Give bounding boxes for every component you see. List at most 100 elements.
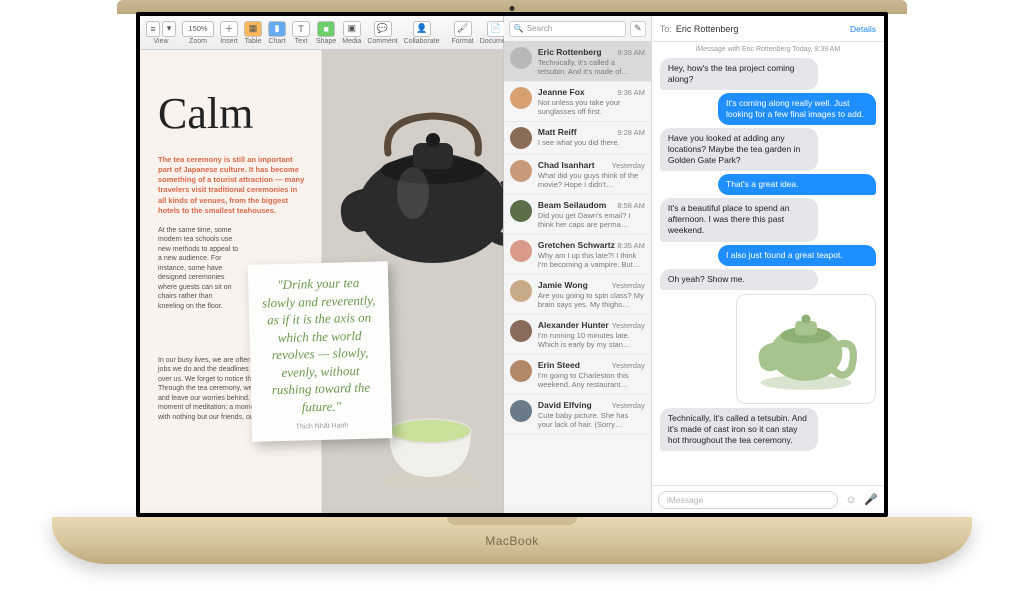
message-time: Yesterday — [612, 401, 645, 410]
teapot-image — [313, 78, 503, 278]
message-preview: Cute baby picture. She has your lack of … — [538, 411, 645, 429]
compose-bar: iMessage ☺ 🎤 — [652, 485, 884, 513]
message-preview: Did you get Dawn's email? I think her ca… — [538, 211, 645, 229]
incoming-bubble[interactable]: Oh yeah? Show me. — [660, 269, 818, 290]
document-canvas[interactable]: Calm The tea ceremony is still an import… — [140, 50, 503, 513]
avatar — [510, 360, 532, 382]
outgoing-bubble[interactable]: That's a great idea. — [718, 174, 876, 195]
incoming-bubble[interactable]: Technically, it's called a tetsubin. And… — [660, 408, 818, 451]
contact-name: Matt Reiff — [538, 127, 577, 137]
message-preview: What did you guys think of the movie? Ho… — [538, 171, 645, 189]
toolbar-table[interactable]: ▦Table — [244, 21, 262, 45]
avatar — [510, 87, 532, 109]
toolbar-zoom[interactable]: 150% Zoom — [182, 21, 214, 45]
outgoing-bubble[interactable]: It's coming along really well. Just look… — [718, 93, 876, 125]
contact-name: Beam Seilaudom — [538, 200, 607, 210]
conversation-item[interactable]: Alexander HunterYesterday I'm running 10… — [504, 315, 651, 355]
message-preview: Technically, it's called a tetsubin. And… — [538, 58, 645, 76]
to-label: To: — [660, 24, 672, 34]
contact-name: Jamie Wong — [538, 280, 588, 290]
incoming-bubble[interactable]: Have you looked at adding any locations?… — [660, 128, 818, 171]
emoji-icon[interactable]: ☺ — [844, 493, 858, 507]
avatar — [510, 240, 532, 262]
recipient-name: Eric Rottenberg — [676, 24, 739, 34]
contact-name: Gretchen Schwartz — [538, 240, 615, 250]
microphone-icon[interactable]: 🎤 — [864, 493, 878, 507]
conversation-item[interactable]: David Elfving Yesterday Cute baby picture… — [504, 395, 651, 435]
message-input[interactable]: iMessage — [658, 491, 838, 509]
avatar — [510, 127, 532, 149]
device-label: MacBook — [485, 534, 539, 548]
messages-app: 🔍 Search ✎ Eric Rottenberg 9:39 AM Techni… — [504, 16, 884, 513]
incoming-bubble[interactable]: Hey, how's the tea project coming along? — [660, 58, 818, 90]
message-preview: Not unless you take your sunglasses off … — [538, 98, 645, 116]
conversation-item[interactable]: Erin Steed Yesterday I'm going to Charles… — [504, 355, 651, 395]
incoming-bubble[interactable]: It's a beautiful place to spend an after… — [660, 198, 818, 241]
details-button[interactable]: Details — [850, 24, 876, 34]
message-thread[interactable]: Hey, how's the tea project coming along?… — [652, 55, 884, 485]
chat-timestamp: iMessage with Eric Rottenberg Today, 9:3… — [652, 42, 884, 55]
message-time: Yesterday — [612, 361, 645, 370]
quote-author: Thich Nhất Hạnh — [264, 422, 380, 432]
conversation-item[interactable]: Jamie Wong Yesterday Are you going to spi… — [504, 275, 651, 315]
message-preview: I'm going to Charleston this weekend. An… — [538, 371, 645, 389]
outgoing-bubble[interactable]: I also just found a great teapot. — [718, 245, 876, 266]
message-time: 9:36 AM — [617, 88, 645, 97]
message-preview: I see what you did there. — [538, 138, 645, 147]
message-time: 8:58 AM — [617, 201, 645, 210]
message-time: Yesterday — [612, 321, 645, 330]
search-icon: 🔍 — [514, 24, 524, 33]
contact-name: Eric Rottenberg — [538, 47, 602, 57]
toolbar-format[interactable]: 🖌Format — [451, 21, 473, 45]
pages-toolbar: ≡▾ View 150% Zoom ＋Insert ▦Table ▮Chart … — [140, 16, 503, 50]
contact-name: David Elfving — [538, 400, 592, 410]
avatar — [510, 280, 532, 302]
toolbar-chart[interactable]: ▮Chart — [268, 21, 286, 45]
toolbar-comment[interactable]: 💬Comment — [367, 21, 397, 45]
chat-header: To: Eric Rottenberg Details — [652, 16, 884, 42]
avatar — [510, 320, 532, 342]
doc-title: Calm — [158, 88, 253, 139]
contact-name: Chad Isanhart — [538, 160, 595, 170]
split-view-desktop: ≡▾ View 150% Zoom ＋Insert ▦Table ▮Chart … — [140, 16, 884, 513]
toolbar-insert[interactable]: ＋Insert — [220, 21, 238, 45]
image-attachment[interactable] — [736, 294, 876, 404]
message-time: 9:28 AM — [617, 128, 645, 137]
quote-text: "Drink your tea slowly and reverently, a… — [260, 274, 380, 417]
conversation-list: 🔍 Search ✎ Eric Rottenberg 9:39 AM Techni… — [504, 16, 652, 513]
contact-name: Jeanne Fox — [538, 87, 585, 97]
laptop-base: MacBook — [52, 517, 972, 564]
conversation-item[interactable]: Beam Seilaudom 8:58 AM Did you get Dawn's… — [504, 195, 651, 235]
message-time: Yesterday — [612, 161, 645, 170]
toolbar-shape[interactable]: ■Shape — [316, 21, 336, 45]
toolbar-text[interactable]: TText — [292, 21, 310, 45]
conversation-item[interactable]: Jeanne Fox 9:36 AM Not unless you take yo… — [504, 82, 651, 122]
message-preview: I'm running 10 minutes late. Which is ea… — [538, 331, 645, 349]
doc-body-1: At the same time, some modern tea school… — [158, 226, 240, 311]
message-time: Yesterday — [612, 281, 645, 290]
toolbar-view[interactable]: ≡▾ View — [146, 21, 176, 45]
avatar — [510, 200, 532, 222]
search-input[interactable]: 🔍 Search — [509, 21, 626, 37]
compose-icon: ✎ — [634, 23, 642, 34]
toolbar-collaborate[interactable]: 👤Collaborate — [404, 21, 440, 45]
avatar — [510, 160, 532, 182]
quote-card[interactable]: "Drink your tea slowly and reverently, a… — [248, 261, 393, 442]
toolbar-media[interactable]: ▣Media — [342, 21, 361, 45]
message-time: 8:35 AM — [617, 241, 645, 250]
pages-app: ≡▾ View 150% Zoom ＋Insert ▦Table ▮Chart … — [140, 16, 504, 513]
message-time: 9:39 AM — [617, 48, 645, 57]
avatar — [510, 400, 532, 422]
macbook-mockup: ≡▾ View 150% Zoom ＋Insert ▦Table ▮Chart … — [0, 0, 1024, 591]
conversation-item[interactable]: Matt Reiff 9:28 AM I see what you did the… — [504, 122, 651, 155]
avatar — [510, 47, 532, 69]
doc-intro: The tea ceremony is still an important p… — [158, 155, 306, 216]
message-preview: Are you going to spin class? My brain sa… — [538, 291, 645, 309]
compose-button[interactable]: ✎ — [630, 21, 646, 37]
conversation-item[interactable]: Chad Isanhart Yesterday What did you guys… — [504, 155, 651, 195]
contact-name: Alexander Hunter — [538, 320, 609, 330]
conversation-item[interactable]: Eric Rottenberg 9:39 AM Technically, it's… — [504, 42, 651, 82]
contact-name: Erin Steed — [538, 360, 580, 370]
conversation-item[interactable]: Gretchen Schwartz8:35 AM Why am I up thi… — [504, 235, 651, 275]
camera — [510, 6, 515, 11]
